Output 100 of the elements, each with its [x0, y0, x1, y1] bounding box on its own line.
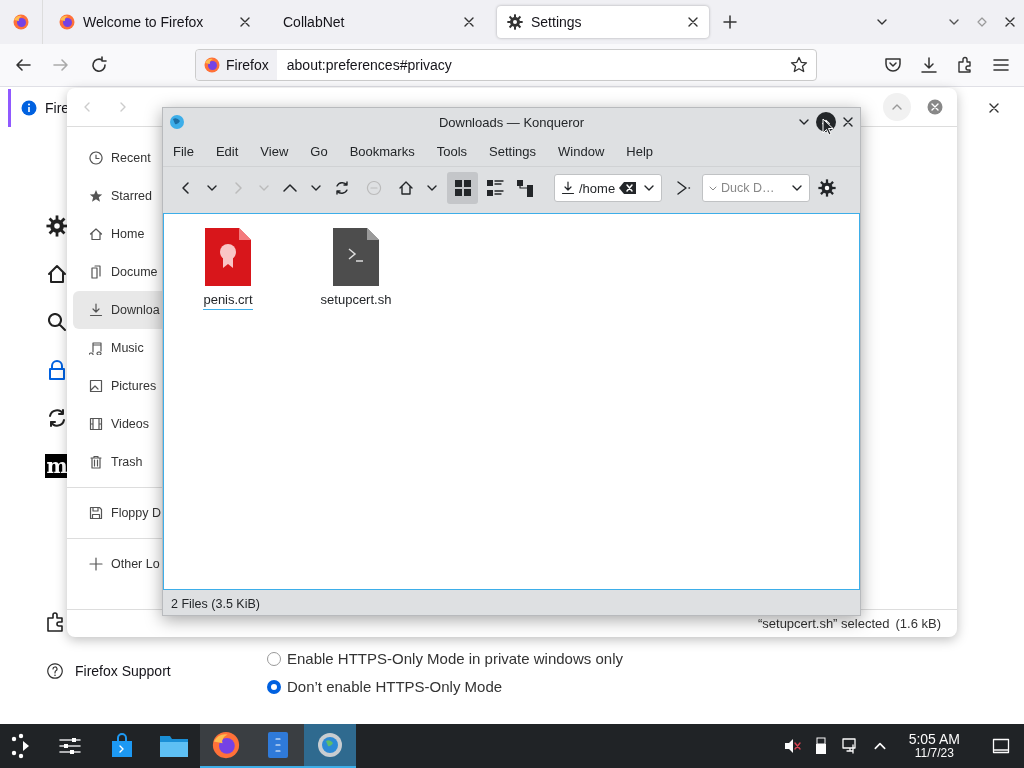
place-item[interactable]: Home — [73, 215, 162, 253]
menu-item[interactable]: Window — [550, 143, 613, 159]
place-item[interactable]: Trash — [73, 443, 162, 481]
konqueror-icon — [169, 114, 185, 130]
location-field[interactable]: /home — [554, 174, 662, 202]
file-name[interactable]: penis.crt — [203, 292, 253, 310]
folder-icon[interactable] — [159, 733, 189, 759]
floppy-icon — [89, 506, 103, 520]
show-desktop-icon[interactable] — [992, 737, 1010, 755]
place-item[interactable]: Pictures — [73, 367, 162, 405]
support-link[interactable]: Firefox Support — [47, 663, 240, 679]
document-icon[interactable] — [267, 731, 289, 759]
clock-icon — [89, 151, 103, 165]
close-icon[interactable] — [239, 16, 251, 28]
window-title: Downloads — Konqueror — [437, 114, 586, 130]
extensions-icon[interactable] — [956, 56, 974, 74]
documents-icon — [89, 265, 103, 279]
icon-view-icon — [453, 179, 472, 197]
browser-tab[interactable]: CollabNet — [273, 6, 485, 38]
place-item[interactable]: Docume — [73, 253, 162, 291]
image-icon — [89, 379, 103, 393]
home-icon[interactable] — [46, 263, 68, 285]
browser-tab[interactable]: Settings — [497, 6, 709, 38]
browser-tab[interactable]: Welcome to Firefox — [49, 6, 261, 38]
place-item[interactable]: Recent — [73, 139, 162, 177]
place-item[interactable]: Downloa — [73, 291, 162, 329]
trash-icon — [89, 455, 103, 469]
music-icon — [89, 341, 103, 355]
search-icon[interactable] — [46, 311, 68, 333]
home-icon[interactable] — [398, 180, 414, 196]
clear-icon[interactable] — [619, 181, 638, 195]
menu-item[interactable]: Help — [618, 143, 662, 159]
close-icon[interactable] — [463, 16, 475, 28]
help-icon — [47, 663, 63, 679]
place-item[interactable]: Starred — [73, 177, 162, 215]
download-icon[interactable] — [920, 56, 938, 74]
engine-dropdown-icon[interactable] — [709, 184, 717, 192]
menu-item[interactable]: View — [252, 143, 297, 159]
url-text: about:preferences#privacy — [285, 57, 453, 73]
menu-item[interactable]: Bookmarks — [341, 143, 423, 159]
menu-item[interactable]: Go — [302, 143, 336, 159]
pocket-icon[interactable] — [884, 56, 902, 74]
volume-muted-icon[interactable] — [782, 737, 801, 755]
reload-icon[interactable] — [90, 56, 108, 74]
details-view-icon — [486, 179, 504, 197]
settings-icon[interactable] — [507, 14, 523, 30]
close-icon[interactable] — [988, 102, 1000, 114]
menu-icon[interactable] — [992, 56, 1010, 74]
menu-item[interactable]: File — [165, 143, 202, 159]
settings-icon[interactable] — [46, 215, 68, 237]
place-item[interactable]: Floppy D — [73, 494, 162, 532]
radio-button[interactable] — [267, 679, 281, 694]
back-icon[interactable] — [14, 56, 32, 74]
menu-item[interactable]: Edit — [207, 143, 247, 159]
script-file-icon[interactable] — [333, 228, 379, 286]
go-icon[interactable] — [675, 180, 691, 196]
certificate-file-icon[interactable] — [205, 228, 251, 286]
place-item[interactable]: Videos — [73, 405, 162, 443]
network-icon[interactable] — [840, 737, 859, 755]
download-icon — [561, 181, 575, 195]
usb-icon[interactable] — [814, 737, 827, 755]
up-icon[interactable] — [282, 181, 298, 195]
bookmark-star-icon[interactable] — [790, 56, 808, 74]
identity-label: Firefox — [226, 57, 269, 73]
info-icon — [21, 100, 37, 116]
search-field[interactable]: Duck D… — [702, 174, 810, 202]
selection-size: (1.6 kB) — [895, 616, 941, 631]
close-icon[interactable] — [842, 116, 854, 128]
reload-icon[interactable] — [334, 180, 350, 196]
firefox-view-icon[interactable] — [13, 14, 29, 30]
mozilla-badge[interactable]: m — [45, 454, 69, 478]
star-icon — [89, 189, 103, 203]
clock[interactable]: 5:05 AM 11/7/23 — [908, 732, 960, 760]
radio-button[interactable] — [267, 651, 281, 666]
view-mode-button[interactable] — [447, 172, 478, 204]
tree-view-icon — [516, 179, 534, 197]
settings-icon[interactable] — [818, 179, 836, 197]
sync-icon[interactable] — [46, 407, 68, 429]
firefox-icon[interactable] — [204, 57, 220, 73]
https-mode-option[interactable]: Don’t enable HTTPS-Only Mode — [267, 678, 1024, 695]
close-icon[interactable] — [687, 16, 699, 28]
shopping-bag-icon[interactable] — [109, 733, 135, 759]
place-item[interactable]: Other Lo — [73, 545, 162, 583]
close-icon[interactable] — [1004, 16, 1016, 28]
menu-item[interactable]: Tools — [428, 143, 476, 159]
firefox-icon[interactable] — [212, 731, 240, 759]
status-text: 2 Files (3.5 KiB) — [171, 596, 260, 611]
file-name[interactable]: setupcert.sh — [320, 292, 392, 310]
selection-status: “setupcert.sh” selected — [757, 616, 890, 631]
new-tab-icon[interactable] — [723, 15, 737, 29]
lock-icon[interactable] — [46, 359, 68, 381]
firefox-icon[interactable] — [59, 14, 75, 30]
download-icon — [89, 303, 103, 317]
mouse-cursor-icon — [822, 118, 834, 136]
menu-item[interactable]: Settings — [481, 143, 545, 159]
address-bar[interactable]: Firefox about:preferences#privacy — [195, 49, 817, 81]
film-icon — [89, 417, 103, 431]
home-icon — [89, 227, 103, 241]
place-item[interactable]: Music — [73, 329, 162, 367]
https-mode-option[interactable]: Enable HTTPS-Only Mode in private windows only — [267, 650, 1024, 667]
